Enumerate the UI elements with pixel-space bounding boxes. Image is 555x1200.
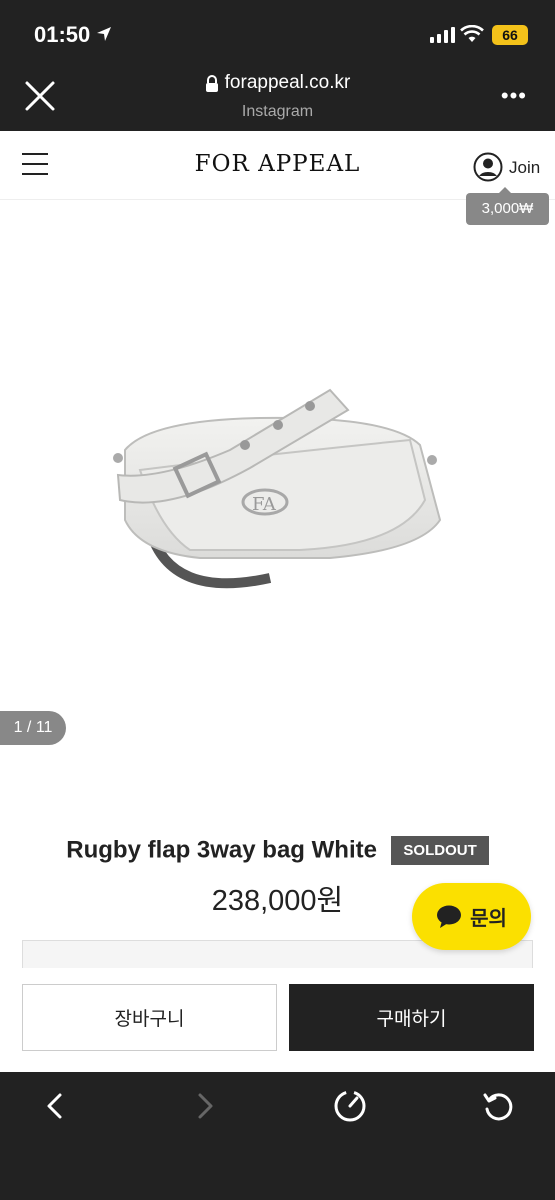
chat-bubble-icon [437,905,462,928]
url-display: forappeal.co.kr Instagram [0,72,555,121]
join-link[interactable]: Join [509,158,540,178]
buy-now-button[interactable]: 구매하기 [289,984,534,1051]
bottom-action-bar: 장바구니 구매하기 [0,968,555,1072]
refresh-icon[interactable] [478,1086,518,1126]
back-icon[interactable] [36,1086,76,1126]
in-app-browser-bar: forappeal.co.kr Instagram ••• [0,62,555,131]
add-to-cart-button[interactable]: 장바구니 [22,984,277,1051]
soldout-badge: SOLDOUT [391,836,489,865]
forward-icon[interactable] [184,1086,224,1126]
svg-text:FA: FA [252,494,277,515]
lock-icon [205,74,218,92]
inquiry-chat-button[interactable]: 문의 [412,883,531,950]
site-header: FOR APPEAL Join [0,131,555,200]
more-options-icon[interactable]: ••• [501,85,527,107]
product-title-row: Rugby flap 3way bag White SOLDOUT [0,836,555,865]
chat-label: 문의 [470,908,507,930]
image-pager: 1 / 11 [0,711,66,745]
product-image: FA [113,388,442,589]
battery-indicator: 66 [492,25,528,45]
status-bar: 01:50 66 [0,0,555,62]
speed-icon[interactable] [330,1086,370,1126]
location-arrow-icon [97,27,111,41]
user-icon[interactable] [473,152,503,182]
product-title: Rugby flap 3way bag White [66,836,377,864]
wifi-icon [460,25,484,42]
url-text: forappeal.co.kr [224,72,351,93]
browser-toolbar [0,1072,555,1200]
site-logo[interactable]: FOR APPEAL [0,151,555,177]
browser-source: Instagram [241,102,314,120]
status-time: 01:50 [34,22,91,47]
cellular-signal-icon [430,27,455,43]
